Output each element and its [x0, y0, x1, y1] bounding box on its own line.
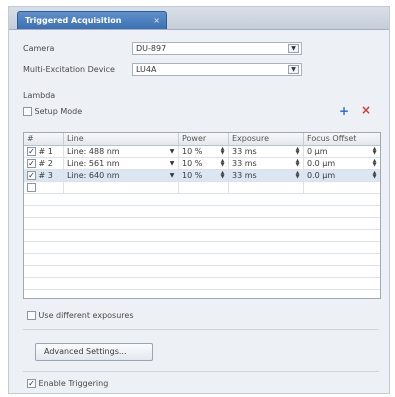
- table-row-empty: [24, 266, 380, 278]
- table-row-empty: [24, 206, 380, 218]
- table-row-empty: [24, 230, 380, 242]
- setup-mode-check[interactable]: [23, 107, 32, 116]
- divider: [23, 329, 379, 330]
- spinner-icon[interactable]: ▲ ▼: [219, 171, 226, 180]
- focus-cell[interactable]: 0.0 µm ▲ ▼: [304, 158, 380, 169]
- spinner-icon[interactable]: ▲ ▼: [219, 159, 226, 168]
- power-value: 10 %: [182, 147, 203, 156]
- spinner-icon[interactable]: ▲ ▼: [371, 171, 378, 180]
- spinner-icon[interactable]: ▲ ▼: [371, 147, 378, 156]
- device-label: Multi-Excitation Device: [23, 65, 115, 74]
- camera-label: Camera: [23, 44, 55, 53]
- chevron-down-icon[interactable]: ▼: [168, 147, 176, 156]
- setup-mode-checkbox[interactable]: Setup Mode: [23, 107, 82, 116]
- spinner-icon[interactable]: ▲ ▼: [371, 159, 378, 168]
- column-header-index[interactable]: #: [24, 133, 64, 146]
- row-enable-checkbox[interactable]: ✓: [27, 159, 36, 168]
- chevron-down-icon[interactable]: ▼: [168, 171, 176, 180]
- table-row-empty: [24, 254, 380, 266]
- table-row-empty: [24, 278, 380, 290]
- camera-select[interactable]: DU-897 ▼: [132, 42, 302, 55]
- row-index: # 1: [38, 147, 53, 156]
- table-row-empty: [24, 218, 380, 230]
- power-value: 10 %: [182, 171, 203, 180]
- power-cell[interactable]: 10 % ▲ ▼: [179, 158, 229, 169]
- table-row[interactable]: ✓ # 2 Line: 561 nm ▼ 10 % ▲ ▼ 33 ms ▲ ▼ 0.…: [24, 158, 380, 170]
- column-header-exposure[interactable]: Exposure: [229, 133, 304, 146]
- line-value: Line: 488 nm: [67, 147, 120, 156]
- focus-value: 0 µm: [307, 147, 328, 156]
- camera-value: DU-897: [136, 44, 167, 53]
- exposure-value: 33 ms: [232, 171, 257, 180]
- focus-cell[interactable]: 0 µm ▲ ▼: [304, 146, 380, 157]
- spinner-icon[interactable]: ▲ ▼: [294, 147, 301, 156]
- table-row-empty[interactable]: [24, 182, 380, 194]
- focus-value: 0.0 µm: [307, 159, 336, 168]
- tab-close-icon[interactable]: ×: [153, 12, 160, 29]
- line-cell[interactable]: Line: 561 nm ▼: [64, 158, 179, 169]
- chevron-down-icon[interactable]: ▼: [168, 159, 176, 168]
- chevron-down-icon[interactable]: ▼: [288, 44, 299, 53]
- exposure-cell[interactable]: 33 ms ▲ ▼: [229, 146, 304, 157]
- line-cell[interactable]: Line: 640 nm ▼: [64, 170, 179, 181]
- triggered-acquisition-panel: Triggered Acquisition × Camera DU-897 ▼ …: [8, 6, 390, 394]
- different-exposures-check[interactable]: [27, 311, 36, 320]
- plus-icon[interactable]: +: [339, 104, 349, 118]
- different-exposures-checkbox[interactable]: Use different exposures: [27, 311, 133, 320]
- row-enable-checkbox[interactable]: [27, 183, 36, 192]
- line-value: Line: 640 nm: [67, 171, 120, 180]
- spinner-icon[interactable]: ▲ ▼: [294, 171, 301, 180]
- advanced-settings-button[interactable]: Advanced Settings...: [35, 343, 153, 361]
- table-row[interactable]: ✓ # 1 Line: 488 nm ▼ 10 % ▲ ▼ 33 ms ▲ ▼ 0 …: [24, 146, 380, 158]
- table-row-empty: [24, 242, 380, 254]
- column-header-focus-offset[interactable]: Focus Offset: [304, 133, 380, 146]
- exposure-value: 33 ms: [232, 147, 257, 156]
- table-row[interactable]: ✓ # 3 Line: 640 nm ▼ 10 % ▲ ▼ 33 ms ▲ ▼ 0.…: [24, 170, 380, 182]
- spinner-icon[interactable]: ▲ ▼: [219, 147, 226, 156]
- column-header-power[interactable]: Power: [179, 133, 229, 146]
- line-cell[interactable]: Line: 488 nm ▼: [64, 146, 179, 157]
- power-cell[interactable]: 10 % ▲ ▼: [179, 170, 229, 181]
- table-row-empty: [24, 194, 380, 206]
- focus-cell[interactable]: 0.0 µm ▲ ▼: [304, 170, 380, 181]
- column-header-line[interactable]: Line: [64, 133, 179, 146]
- focus-cell[interactable]: [304, 182, 380, 193]
- tab-strip: Triggered Acquisition ×: [9, 7, 389, 30]
- index-cell: ✓ # 1: [24, 146, 64, 157]
- line-cell[interactable]: [64, 182, 179, 193]
- device-value: LU4A: [136, 65, 157, 74]
- power-cell[interactable]: 10 % ▲ ▼: [179, 146, 229, 157]
- enable-triggering-label: Enable Triggering: [38, 379, 109, 388]
- lambda-table: # Line Power Exposure Focus Offset ✓ # 1…: [23, 132, 381, 299]
- exposure-cell[interactable]: [229, 182, 304, 193]
- index-cell: ✓ # 2: [24, 158, 64, 169]
- power-cell[interactable]: [179, 182, 229, 193]
- lambda-section-label: Lambda: [23, 91, 56, 100]
- exposure-value: 33 ms: [232, 159, 257, 168]
- enable-triggering-check[interactable]: ✓: [27, 379, 36, 388]
- divider: [23, 371, 379, 372]
- chevron-down-icon[interactable]: ▼: [288, 65, 299, 74]
- tab-title: Triggered Acquisition: [25, 16, 122, 25]
- exposure-cell[interactable]: 33 ms ▲ ▼: [229, 158, 304, 169]
- focus-value: 0.0 µm: [307, 171, 336, 180]
- row-enable-checkbox[interactable]: ✓: [27, 147, 36, 156]
- device-select[interactable]: LU4A ▼: [132, 63, 302, 76]
- remove-icon[interactable]: ×: [361, 103, 371, 117]
- row-enable-checkbox[interactable]: ✓: [27, 171, 36, 180]
- spinner-icon[interactable]: ▲ ▼: [294, 159, 301, 168]
- index-cell: ✓ # 3: [24, 170, 64, 181]
- row-index: # 2: [38, 159, 53, 168]
- tab-triggered-acquisition[interactable]: Triggered Acquisition ×: [17, 11, 167, 29]
- different-exposures-label: Use different exposures: [38, 311, 134, 320]
- setup-mode-label: Setup Mode: [34, 107, 83, 116]
- exposure-cell[interactable]: 33 ms ▲ ▼: [229, 170, 304, 181]
- index-cell: [24, 182, 64, 193]
- enable-triggering-checkbox[interactable]: ✓ Enable Triggering: [27, 379, 108, 388]
- row-index: # 3: [38, 171, 53, 180]
- power-value: 10 %: [182, 159, 203, 168]
- line-value: Line: 561 nm: [67, 159, 120, 168]
